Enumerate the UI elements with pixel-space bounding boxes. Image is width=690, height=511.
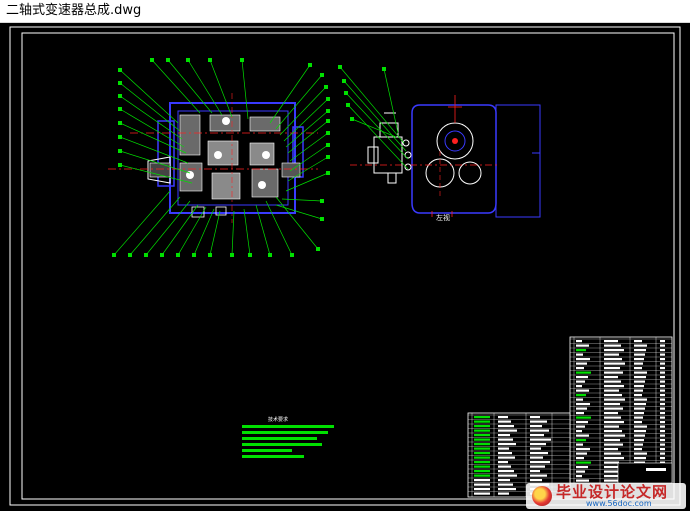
parts-list-table-right bbox=[569, 336, 673, 484]
window-title: 二轴式变速器总成.dwg bbox=[6, 3, 142, 18]
watermark-url: www.56doc.com bbox=[586, 499, 652, 508]
site-logo-icon bbox=[532, 486, 552, 506]
side-view bbox=[350, 95, 541, 218]
side-view-label: 左视 bbox=[436, 213, 450, 222]
cad-drawing-canvas[interactable]: 左视 技术要求 bbox=[0, 23, 690, 511]
technical-notes: 技术要求 bbox=[242, 416, 334, 458]
balloon-leaders-side-view bbox=[338, 65, 409, 170]
main-section-view bbox=[108, 93, 318, 223]
cad-drawing-viewport[interactable]: 左视 技术要求 毕业设计论文网 www.56doc.com bbox=[0, 23, 690, 511]
window-titlebar: 二轴式变速器总成.dwg bbox=[0, 0, 690, 23]
technical-notes-title: 技术要求 bbox=[268, 416, 288, 423]
site-watermark: 毕业设计论文网 www.56doc.com bbox=[526, 483, 686, 509]
